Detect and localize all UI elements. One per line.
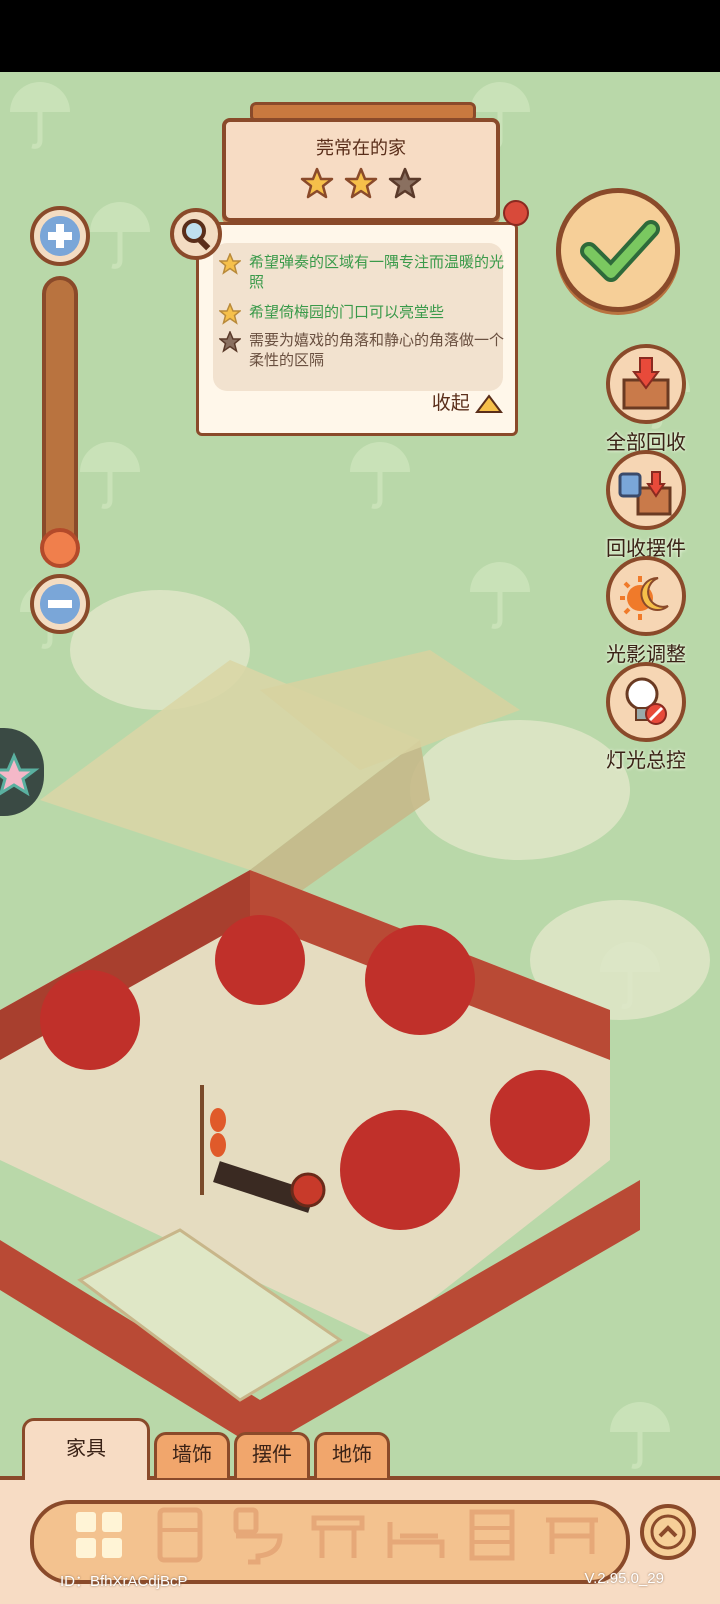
- bench-icon[interactable]: [542, 1506, 602, 1566]
- version-label: V.2.95.0_29: [584, 1570, 664, 1587]
- star-empty-icon: [389, 167, 422, 199]
- tab-label: 墙饰: [172, 1444, 212, 1466]
- grid-icon[interactable]: [70, 1506, 130, 1566]
- rating-stars: [226, 166, 496, 207]
- box-arrow-icon: [606, 344, 686, 424]
- zoom-slider-track[interactable]: [42, 276, 78, 566]
- tab-furniture[interactable]: 家具: [22, 1418, 150, 1480]
- star-pending-icon: [219, 331, 241, 353]
- bulb-off-icon: [606, 662, 686, 742]
- collapse-label: 收起: [431, 393, 470, 414]
- star-done-icon: [219, 303, 241, 325]
- sun-moon-icon: [606, 556, 686, 636]
- zoom-slider-knob[interactable]: [40, 528, 80, 568]
- task-panel: 希望弹奏的区域有一隅专注而温暖的光照 希望倚梅园的门口可以亮堂些 需要为嬉戏的角…: [196, 222, 518, 436]
- task-item: 希望倚梅园的门口可以亮堂些: [219, 303, 505, 325]
- toilet-icon[interactable]: [228, 1506, 288, 1566]
- light-control-button[interactable]: 灯光总控: [596, 662, 696, 773]
- cup-box-icon: [606, 450, 686, 530]
- home-title: 莞常在的家: [316, 138, 406, 158]
- task-item: 希望弹奏的区域有一隅专注而温暖的光照: [219, 253, 505, 293]
- star-icon: [0, 752, 40, 797]
- recycle-decor-button[interactable]: 回收摆件: [596, 450, 696, 561]
- expand-button[interactable]: [640, 1504, 696, 1560]
- collapse-button[interactable]: 收起: [432, 388, 503, 415]
- plus-icon: [40, 216, 80, 256]
- tab-label: 地饰: [332, 1444, 372, 1466]
- drum: [290, 1172, 326, 1208]
- tab-floor-decor[interactable]: 地饰: [314, 1432, 390, 1478]
- side-dock[interactable]: [0, 728, 44, 816]
- shelf-icon[interactable]: [462, 1506, 522, 1566]
- star-filled-icon: [300, 167, 333, 199]
- tab-ornaments[interactable]: 摆件: [234, 1432, 310, 1478]
- chevron-up-icon: [650, 1514, 686, 1550]
- player-id: ID：BfhXrACdjBcP: [60, 1573, 188, 1590]
- cabinet-icon[interactable]: [150, 1506, 210, 1566]
- magnifier-icon: [182, 219, 211, 251]
- star-done-icon: [219, 253, 241, 275]
- search-button[interactable]: [170, 208, 222, 260]
- checkmark-icon: [580, 220, 660, 282]
- triangle-up-icon: [475, 394, 503, 413]
- status-bar: [0, 0, 720, 72]
- recycle-all-button[interactable]: 全部回收: [596, 344, 696, 455]
- task-item: 需要为嬉戏的角落和静心的角落做一个柔性的区隔: [219, 331, 505, 371]
- bed-icon[interactable]: [386, 1506, 446, 1566]
- confirm-button[interactable]: [556, 188, 680, 312]
- tab-label: 家具: [66, 1438, 106, 1460]
- task-text: 希望倚梅园的门口可以亮堂些: [249, 304, 445, 321]
- pin-icon: [503, 200, 529, 226]
- home-plaque: 莞常在的家: [222, 118, 500, 222]
- task-list: 希望弹奏的区域有一隅专注而温暖的光照 希望倚梅园的门口可以亮堂些 需要为嬉戏的角…: [213, 243, 505, 391]
- tab-wall-decor[interactable]: 墙饰: [154, 1432, 230, 1478]
- tab-label: 摆件: [252, 1444, 292, 1466]
- zoom-out-button[interactable]: [30, 574, 90, 634]
- star-filled-icon: [344, 167, 378, 199]
- minus-icon: [40, 584, 80, 624]
- table-icon[interactable]: [308, 1506, 368, 1566]
- task-text: 希望弹奏的区域有一隅专注而温暖的光照: [249, 254, 505, 291]
- light-control-label: 灯光总控: [606, 750, 686, 772]
- task-text: 需要为嬉戏的角落和静心的角落做一个柔性的区隔: [249, 332, 505, 369]
- zoom-in-button[interactable]: [30, 206, 90, 266]
- light-shadow-button[interactable]: 光影调整: [596, 556, 696, 667]
